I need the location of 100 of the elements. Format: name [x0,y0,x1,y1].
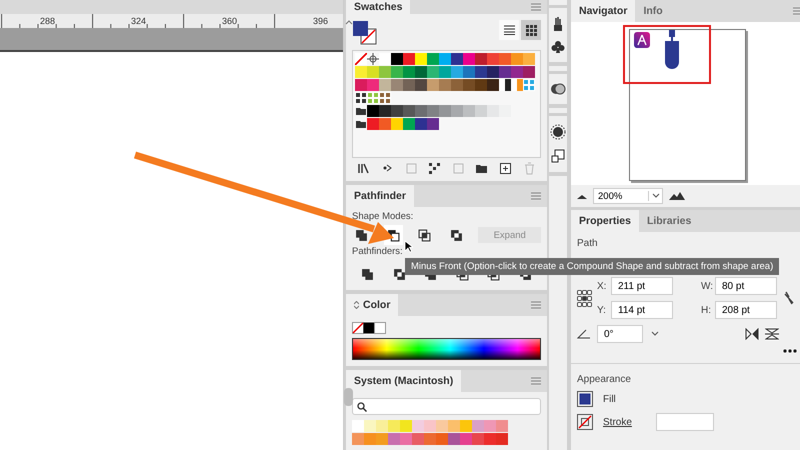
color-swatch[interactable] [415,66,427,78]
color-swatch[interactable] [415,118,427,130]
color-swatch[interactable] [475,66,487,78]
rotate-field[interactable]: 0° [597,325,643,343]
color-swatch[interactable] [523,53,535,65]
folder-icon[interactable] [355,105,367,117]
color-swatch[interactable] [427,53,439,65]
color-swatch[interactable] [400,433,412,445]
place-swatch-icon[interactable] [404,162,418,175]
color-swatch[interactable] [388,420,400,432]
stroke-swatch[interactable] [577,414,593,430]
color-swatch[interactable] [475,79,487,91]
color-swatch[interactable] [427,105,439,117]
pattern-swatch[interactable] [523,79,535,91]
pattern-swatch[interactable] [379,92,391,104]
panel-tab[interactable]: Navigator [571,0,636,22]
list-view-button[interactable] [499,20,519,40]
panel-menu-icon[interactable] [531,192,541,200]
color-swatch[interactable] [412,420,424,432]
color-swatch[interactable] [511,66,523,78]
color-swatch[interactable] [439,66,451,78]
color-swatch[interactable] [496,420,508,432]
grid-view-button[interactable] [521,20,541,40]
search-field[interactable] [352,398,541,415]
color-swatch[interactable] [352,420,364,432]
color-swatch[interactable] [439,105,451,117]
fill-stroke-indicator[interactable] [352,20,378,46]
panel-menu-icon[interactable] [531,377,541,385]
color-swatch[interactable] [448,420,460,432]
color-swatch[interactable] [463,79,475,91]
panel-tab[interactable]: Pathfinder [346,185,414,207]
color-swatch[interactable] [451,105,463,117]
panel-menu-icon[interactable] [531,3,541,11]
swatch-options-icon[interactable] [428,162,442,175]
color-swatch[interactable] [487,105,499,117]
color-swatch[interactable] [463,53,475,65]
color-swatch[interactable] [403,105,415,117]
color-swatch[interactable] [499,66,511,78]
panel-tab[interactable]: Color [346,294,398,316]
color-swatch[interactable] [388,433,400,445]
gradient-swatch[interactable] [499,79,511,91]
view-frame[interactable] [623,25,711,84]
color-swatch[interactable] [379,53,391,65]
color-swatch[interactable] [367,79,379,91]
color-swatch[interactable] [415,53,427,65]
color-group-icon[interactable] [452,162,465,175]
color-swatch[interactable] [460,420,472,432]
color-swatch[interactable] [403,53,415,65]
color-swatch[interactable] [436,433,448,445]
folder-icon[interactable] [355,118,367,130]
panel-tab[interactable]: Info [635,0,671,22]
color-swatch[interactable] [355,66,367,78]
color-swatch[interactable] [403,118,415,130]
color-swatch[interactable] [355,79,367,91]
color-swatch[interactable] [472,420,484,432]
pattern-swatch[interactable] [355,92,367,104]
color-swatch[interactable] [427,66,439,78]
color-swatch[interactable] [499,53,511,65]
color-swatch[interactable] [379,105,391,117]
color-swatch[interactable] [379,66,391,78]
value-field[interactable]: 208 pt [715,301,777,319]
color-swatch[interactable] [460,433,472,445]
color-swatch[interactable] [412,433,424,445]
color-swatch[interactable] [364,420,376,432]
color-spectrum[interactable] [352,338,541,360]
color-swatch[interactable] [496,433,508,445]
stroke-link[interactable]: Stroke [603,416,632,428]
color-swatch[interactable] [415,79,427,91]
color-swatch[interactable] [436,420,448,432]
pattern-swatch[interactable] [367,92,379,104]
color-swatch[interactable] [484,433,496,445]
gradient-swatch[interactable] [511,79,523,91]
color-swatch[interactable] [403,66,415,78]
color-swatch[interactable] [376,433,388,445]
color-swatch[interactable] [400,420,412,432]
color-swatch[interactable] [391,105,403,117]
color-swatch[interactable] [415,105,427,117]
color-swatch[interactable] [448,433,460,445]
color-swatch[interactable] [487,53,499,65]
color-swatch[interactable] [475,53,487,65]
color-swatch[interactable] [463,105,475,117]
panel-tab[interactable]: Properties [571,210,639,232]
color-swatch[interactable] [391,118,403,130]
color-swatch[interactable] [484,420,496,432]
color-swatch[interactable] [367,66,379,78]
color-swatch[interactable] [451,66,463,78]
color-swatch[interactable] [427,79,439,91]
panel-tab[interactable]: Libraries [638,210,700,232]
color-swatch[interactable] [472,433,484,445]
none-swatch[interactable] [355,53,367,65]
color-swatch[interactable] [391,53,403,65]
value-field[interactable]: 80 pt [715,277,777,295]
panel-menu-icon[interactable] [793,7,800,15]
value-field[interactable]: 211 pt [611,277,673,295]
color-swatch[interactable] [427,118,439,130]
registration-swatch[interactable] [367,53,379,65]
color-swatch[interactable] [367,105,379,117]
fill-swatch[interactable] [577,391,593,407]
color-swatch[interactable] [379,79,391,91]
zoom-field[interactable]: 200% [593,188,663,204]
